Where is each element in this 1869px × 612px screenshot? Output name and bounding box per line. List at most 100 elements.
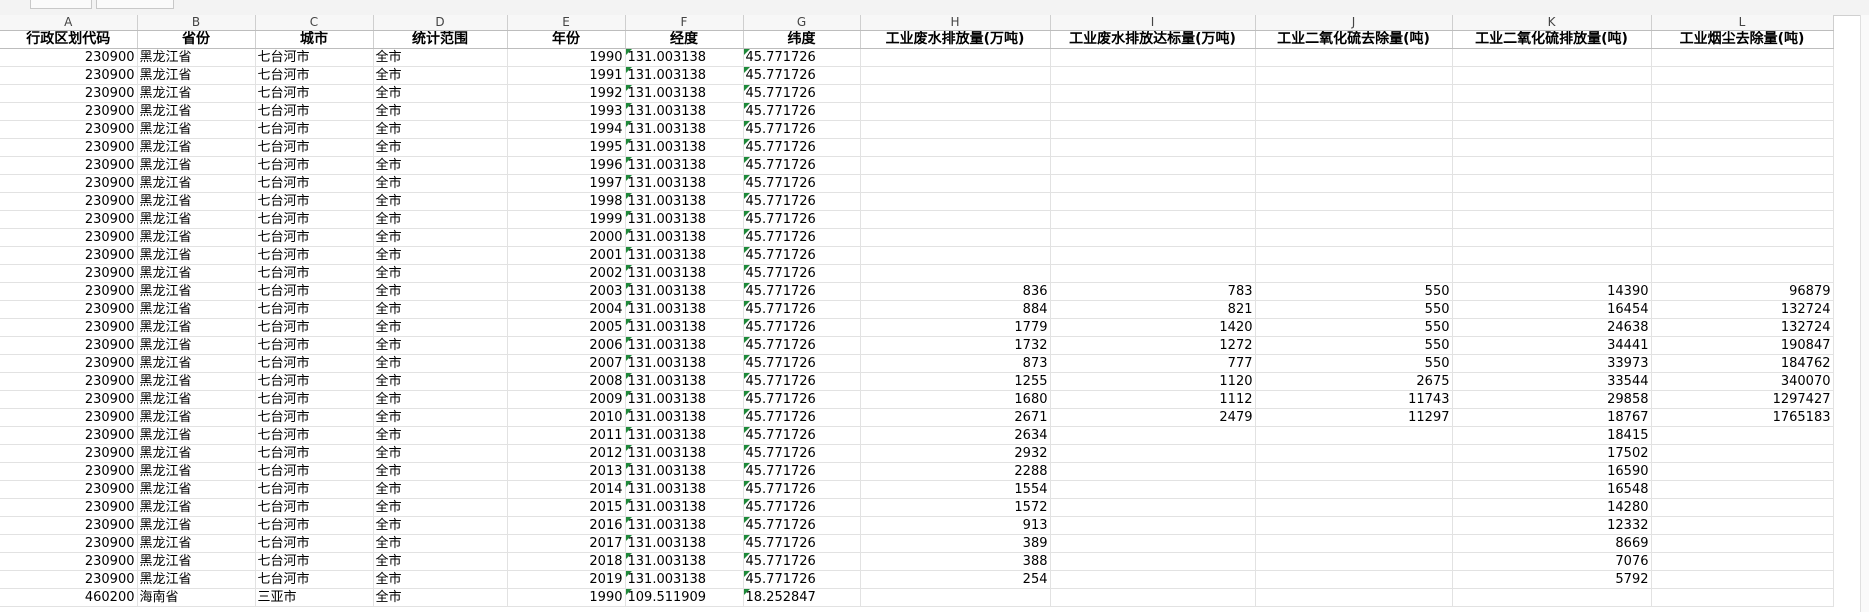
cell[interactable] [1651,66,1834,85]
cell[interactable] [1255,516,1453,535]
cell[interactable]: 黑龙江省 [137,408,256,427]
cell[interactable]: 2015 [507,498,626,517]
cell[interactable]: 131.003138 [625,156,744,175]
cell[interactable]: 全市 [373,282,508,301]
cell[interactable]: 131.003138 [625,210,744,229]
cell[interactable]: 黑龙江省 [137,426,256,445]
cell[interactable]: 2005 [507,318,626,337]
cell[interactable] [1050,66,1256,85]
cell[interactable]: 873 [860,354,1051,373]
cell[interactable]: 全市 [373,318,508,337]
cell[interactable]: 550 [1255,282,1453,301]
cell[interactable]: 七台河市 [255,372,374,391]
cell[interactable]: 全市 [373,138,508,157]
header-cell[interactable]: 统计范围 [373,30,508,49]
spreadsheet-grid[interactable]: ABCDEFGHIJKL 行政区划代码 省份 城市 统计范围 年份 经度 纬度 工业废水排放量… [0,15,1834,607]
cell[interactable]: 913 [860,516,1051,535]
cell[interactable]: 131.003138 [625,282,744,301]
cell[interactable]: 821 [1050,300,1256,319]
header-cell[interactable]: 工业烟尘去除量(吨) [1651,30,1834,49]
cell[interactable]: 1572 [860,498,1051,517]
cell[interactable] [860,174,1051,193]
cell[interactable]: 45.771726 [743,444,861,463]
cell[interactable]: 45.771726 [743,84,861,103]
cell[interactable]: 45.771726 [743,408,861,427]
cell[interactable] [1651,570,1834,589]
cell[interactable] [1255,84,1453,103]
cell[interactable] [1452,210,1652,229]
cell[interactable]: 七台河市 [255,192,374,211]
cell[interactable]: 黑龙江省 [137,48,256,67]
cell[interactable]: 131.003138 [625,534,744,553]
cell[interactable]: 黑龙江省 [137,498,256,517]
cell[interactable]: 230900 [0,282,138,301]
cell[interactable]: 230900 [0,390,138,409]
cell[interactable]: 131.003138 [625,102,744,121]
cell[interactable] [1651,264,1834,283]
column-letter-e[interactable]: E [507,15,626,31]
cell[interactable] [1255,210,1453,229]
cell[interactable]: 230900 [0,336,138,355]
cell[interactable]: 2014 [507,480,626,499]
cell[interactable]: 黑龙江省 [137,192,256,211]
cell[interactable] [1452,192,1652,211]
cell[interactable] [1255,246,1453,265]
cell[interactable]: 230900 [0,498,138,517]
cell[interactable]: 七台河市 [255,300,374,319]
cell[interactable] [1651,102,1834,121]
cell[interactable]: 1420 [1050,318,1256,337]
cell[interactable]: 131.003138 [625,372,744,391]
cell[interactable] [1050,102,1256,121]
cell[interactable] [1452,174,1652,193]
cell[interactable]: 45.771726 [743,120,861,139]
cell[interactable]: 2008 [507,372,626,391]
cell[interactable]: 45.771726 [743,498,861,517]
column-letter-a[interactable]: A [0,15,138,31]
cell[interactable]: 全市 [373,354,508,373]
sheet-tab-stub[interactable] [96,0,174,9]
cell[interactable]: 海南省 [137,588,256,607]
cell[interactable]: 1995 [507,138,626,157]
cell[interactable]: 全市 [373,552,508,571]
header-cell[interactable]: 年份 [507,30,626,49]
column-letter-b[interactable]: B [137,15,256,31]
cell[interactable]: 七台河市 [255,282,374,301]
cell[interactable]: 七台河市 [255,516,374,535]
cell[interactable]: 230900 [0,228,138,247]
cell[interactable]: 45.771726 [743,66,861,85]
cell[interactable]: 1732 [860,336,1051,355]
cell[interactable]: 1992 [507,84,626,103]
cell[interactable] [1651,588,1834,607]
cell[interactable] [1452,264,1652,283]
cell[interactable]: 33544 [1452,372,1652,391]
cell[interactable] [1255,66,1453,85]
cell[interactable]: 2019 [507,570,626,589]
column-letter-l[interactable]: L [1651,15,1834,31]
cell[interactable]: 131.003138 [625,462,744,481]
cell[interactable]: 45.771726 [743,390,861,409]
cell[interactable]: 2671 [860,408,1051,427]
cell[interactable]: 230900 [0,570,138,589]
cell[interactable]: 1996 [507,156,626,175]
cell[interactable] [1651,462,1834,481]
cell[interactable]: 16548 [1452,480,1652,499]
cell[interactable] [860,246,1051,265]
cell[interactable] [1255,444,1453,463]
cell[interactable]: 230900 [0,552,138,571]
cell[interactable]: 45.771726 [743,48,861,67]
cell[interactable]: 12332 [1452,516,1652,535]
header-cell[interactable]: 省份 [137,30,256,49]
cell[interactable] [1452,228,1652,247]
cell[interactable]: 230900 [0,480,138,499]
cell[interactable]: 131.003138 [625,264,744,283]
cell[interactable] [1050,156,1256,175]
cell[interactable]: 1999 [507,210,626,229]
cell[interactable]: 全市 [373,102,508,121]
cell[interactable]: 全市 [373,426,508,445]
vertical-scrollbar[interactable] [1860,15,1869,612]
cell[interactable]: 45.771726 [743,300,861,319]
cell[interactable]: 18.252847 [743,588,861,607]
cell[interactable]: 1554 [860,480,1051,499]
cell[interactable]: 2017 [507,534,626,553]
cell[interactable]: 230900 [0,246,138,265]
